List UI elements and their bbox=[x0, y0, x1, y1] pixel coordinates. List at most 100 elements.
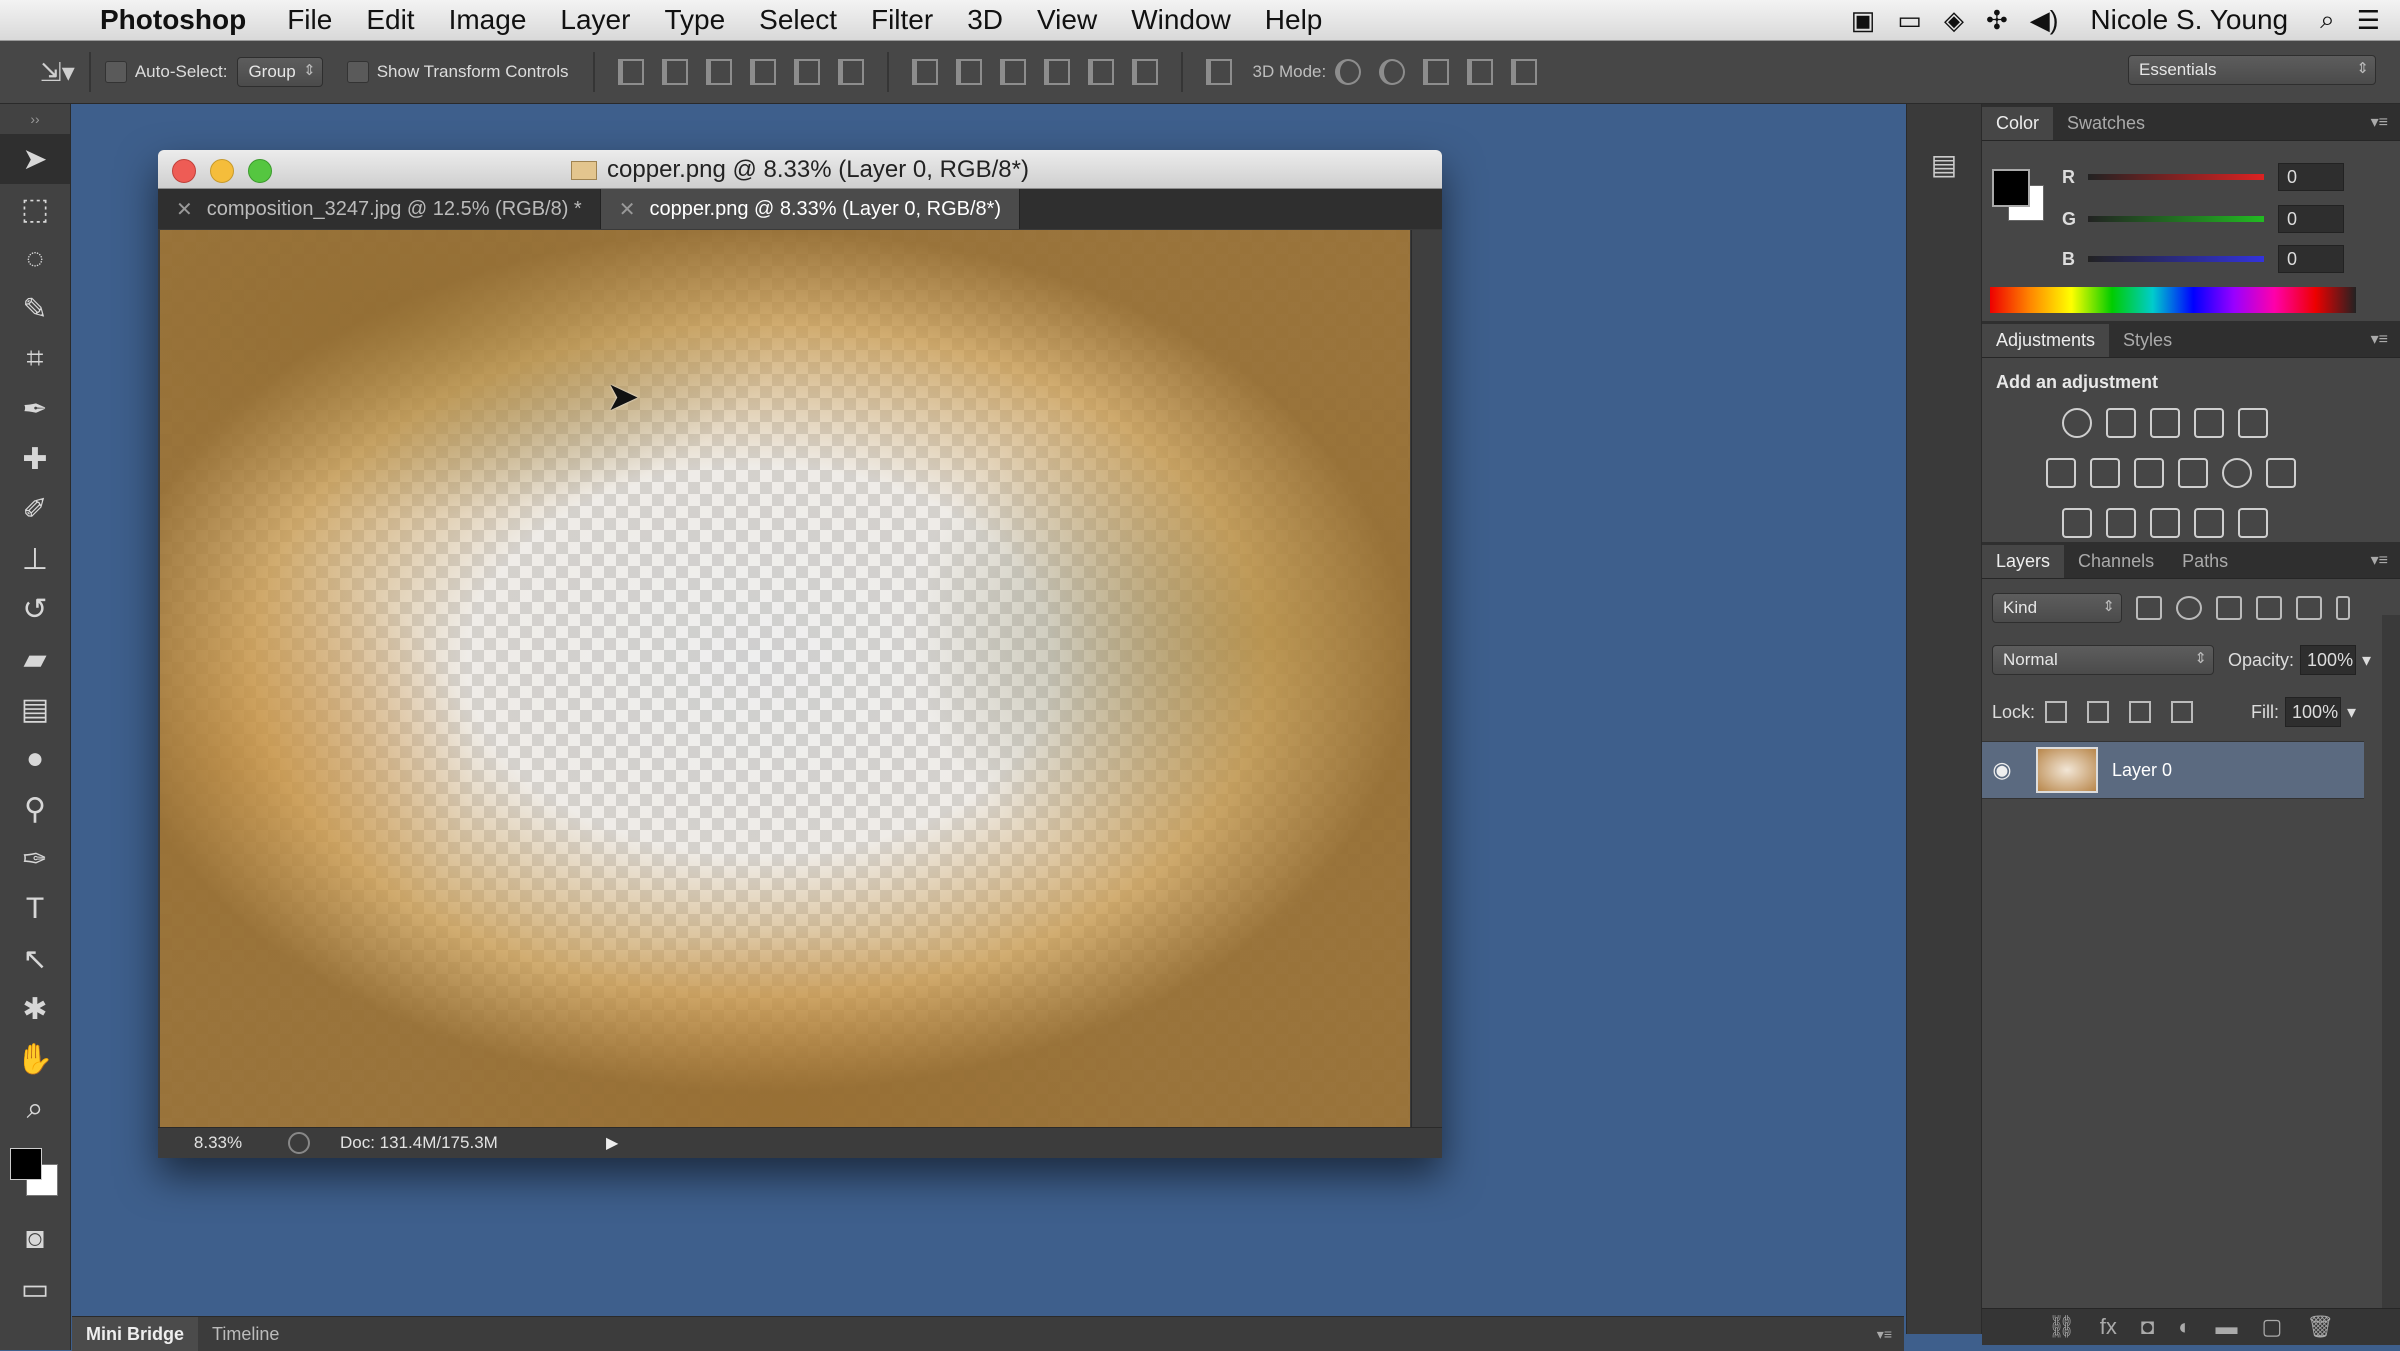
panel-menu-icon[interactable]: ▾≡ bbox=[2371, 550, 2388, 570]
layer-style-fx-icon[interactable]: fx bbox=[2100, 1314, 2117, 1340]
filter-smart-object-icon[interactable] bbox=[2296, 596, 2322, 620]
dropbox-icon[interactable]: ◈ bbox=[1944, 5, 1964, 36]
menu-image[interactable]: Image bbox=[449, 4, 527, 36]
3d-rotate-icon[interactable] bbox=[1335, 59, 1362, 85]
tab-layers[interactable]: Layers bbox=[1982, 545, 2065, 578]
brightness-contrast-icon[interactable] bbox=[2062, 408, 2092, 438]
layer-thumbnail[interactable] bbox=[2036, 747, 2098, 793]
tab-styles[interactable]: Styles bbox=[2109, 324, 2186, 357]
status-info-icon[interactable] bbox=[288, 1132, 310, 1154]
color-spectrum-ramp[interactable] bbox=[1990, 287, 2356, 313]
align-hcenter-icon[interactable] bbox=[793, 59, 820, 85]
custom-shape-tool-icon[interactable]: ✱ bbox=[0, 984, 70, 1034]
dodge-tool-icon[interactable]: ⚲ bbox=[0, 784, 70, 834]
panel-menu-icon[interactable]: ▾≡ bbox=[2371, 329, 2388, 349]
channel-mixer-icon[interactable] bbox=[2222, 458, 2252, 488]
display-icon[interactable]: ▭ bbox=[1897, 5, 1922, 36]
new-group-icon[interactable]: ▬ bbox=[2215, 1314, 2237, 1340]
blend-mode-dropdown[interactable]: Normal bbox=[1992, 645, 2214, 675]
layer-row[interactable]: ◉ Layer 0 bbox=[1982, 741, 2364, 799]
tab-mini-bridge[interactable]: Mini Bridge bbox=[72, 1317, 198, 1351]
filter-kind-dropdown[interactable]: Kind bbox=[1992, 593, 2122, 623]
fill-dropdown-icon[interactable]: ▾ bbox=[2347, 702, 2356, 723]
new-layer-icon[interactable]: ▢ bbox=[2261, 1314, 2282, 1340]
document-titlebar[interactable]: copper.png @ 8.33% (Layer 0, RGB/8*) bbox=[158, 150, 1442, 189]
opacity-field[interactable]: 100% bbox=[2300, 645, 2357, 675]
lock-all-icon[interactable] bbox=[2171, 701, 2194, 723]
exposure-icon[interactable] bbox=[2194, 408, 2224, 438]
add-mask-icon[interactable]: ◘ bbox=[2141, 1314, 2154, 1340]
close-tab-icon[interactable]: ✕ bbox=[176, 197, 193, 222]
clone-stamp-tool-icon[interactable]: ⊥ bbox=[0, 534, 70, 584]
distribute-left-icon[interactable] bbox=[1043, 59, 1070, 85]
tab-adjustments[interactable]: Adjustments bbox=[1982, 324, 2110, 357]
align-bottom-icon[interactable] bbox=[705, 59, 732, 85]
tab-paths[interactable]: Paths bbox=[2168, 545, 2242, 578]
crop-tool-icon[interactable]: ⌗ bbox=[0, 334, 70, 384]
lock-transparency-icon[interactable] bbox=[2045, 701, 2068, 723]
red-slider[interactable] bbox=[2088, 174, 2264, 180]
dock-menu-icon[interactable]: ▾≡ bbox=[1877, 1326, 1892, 1343]
bluetooth-icon[interactable]: ✣ bbox=[1986, 5, 2008, 36]
hand-tool-icon[interactable]: ✋ bbox=[0, 1034, 70, 1084]
layers-scrollbar[interactable] bbox=[2382, 615, 2400, 1345]
move-tool-preset-icon[interactable]: ⇲▾ bbox=[40, 57, 75, 88]
align-top-icon[interactable] bbox=[617, 59, 644, 85]
green-value-field[interactable]: 0 bbox=[2278, 205, 2344, 233]
video-icon[interactable]: ▣ bbox=[1851, 5, 1876, 36]
3d-scale-icon[interactable] bbox=[1511, 59, 1538, 85]
align-left-icon[interactable] bbox=[749, 59, 776, 85]
auto-align-icon[interactable] bbox=[1205, 59, 1232, 85]
blur-tool-icon[interactable]: ● bbox=[0, 734, 70, 784]
threshold-icon[interactable] bbox=[2150, 508, 2180, 538]
foreground-color-swatch[interactable] bbox=[1992, 169, 2030, 207]
posterize-icon[interactable] bbox=[2106, 508, 2136, 538]
photo-filter-icon[interactable] bbox=[2178, 458, 2208, 488]
color-swatches[interactable] bbox=[0, 1134, 70, 1214]
menu-edit[interactable]: Edit bbox=[366, 4, 414, 36]
vertical-scrollbar[interactable] bbox=[1411, 230, 1442, 1128]
zoom-level-field[interactable]: 8.33% bbox=[158, 1133, 268, 1153]
document-tab-active[interactable]: ✕ copper.png @ 8.33% (Layer 0, RGB/8*) bbox=[600, 189, 1021, 229]
3d-slide-icon[interactable] bbox=[1467, 59, 1494, 85]
menu-3d[interactable]: 3D bbox=[967, 4, 1003, 36]
filter-toggle-icon[interactable] bbox=[2336, 596, 2350, 620]
zoom-tool-icon[interactable]: ⌕ bbox=[0, 1084, 70, 1134]
opacity-dropdown-icon[interactable]: ▾ bbox=[2362, 650, 2371, 671]
quick-mask-icon[interactable]: ◙ bbox=[0, 1214, 70, 1264]
layer-name[interactable]: Layer 0 bbox=[2112, 760, 2172, 781]
brush-tool-icon[interactable]: ✐ bbox=[0, 484, 70, 534]
menu-type[interactable]: Type bbox=[664, 4, 725, 36]
type-tool-icon[interactable]: T bbox=[0, 884, 70, 934]
auto-select-dropdown[interactable]: Group bbox=[237, 57, 323, 87]
image-canvas[interactable]: ➤ bbox=[160, 230, 1410, 1128]
workspace-dropdown[interactable]: Essentials bbox=[2128, 55, 2376, 85]
user-name[interactable]: Nicole S. Young bbox=[2090, 4, 2288, 36]
lock-pixels-icon[interactable] bbox=[2087, 701, 2110, 723]
menu-select[interactable]: Select bbox=[759, 4, 837, 36]
search-icon[interactable]: ⌕ bbox=[2320, 4, 2335, 36]
menu-window[interactable]: Window bbox=[1131, 4, 1231, 36]
tab-timeline[interactable]: Timeline bbox=[198, 1317, 293, 1351]
3d-roll-icon[interactable] bbox=[1379, 59, 1406, 85]
curves-icon[interactable] bbox=[2150, 408, 2180, 438]
app-menu[interactable]: Photoshop bbox=[100, 4, 246, 36]
path-select-tool-icon[interactable]: ↖ bbox=[0, 934, 70, 984]
green-slider[interactable] bbox=[2088, 216, 2264, 222]
red-value-field[interactable]: 0 bbox=[2278, 163, 2344, 191]
color-balance-icon[interactable] bbox=[2090, 458, 2120, 488]
align-right-icon[interactable] bbox=[837, 59, 864, 85]
distribute-hcenter-icon[interactable] bbox=[1087, 59, 1114, 85]
levels-icon[interactable] bbox=[2106, 408, 2136, 438]
list-icon[interactable]: ☰ bbox=[2357, 5, 2380, 36]
gradient-map-icon[interactable] bbox=[2238, 508, 2268, 538]
link-layers-icon[interactable]: ⛓ bbox=[2048, 1314, 2076, 1340]
history-brush-tool-icon[interactable]: ↺ bbox=[0, 584, 70, 634]
eyedropper-tool-icon[interactable]: ✒ bbox=[0, 384, 70, 434]
marquee-tool-icon[interactable]: ⬚ bbox=[0, 184, 70, 234]
filter-adjustment-icon[interactable] bbox=[2176, 596, 2202, 620]
delete-layer-icon[interactable]: 🗑 bbox=[2306, 1314, 2334, 1340]
3d-pan-icon[interactable] bbox=[1423, 59, 1450, 85]
new-adjustment-layer-icon[interactable]: ◐ bbox=[2178, 1314, 2191, 1340]
blue-slider[interactable] bbox=[2088, 256, 2264, 262]
